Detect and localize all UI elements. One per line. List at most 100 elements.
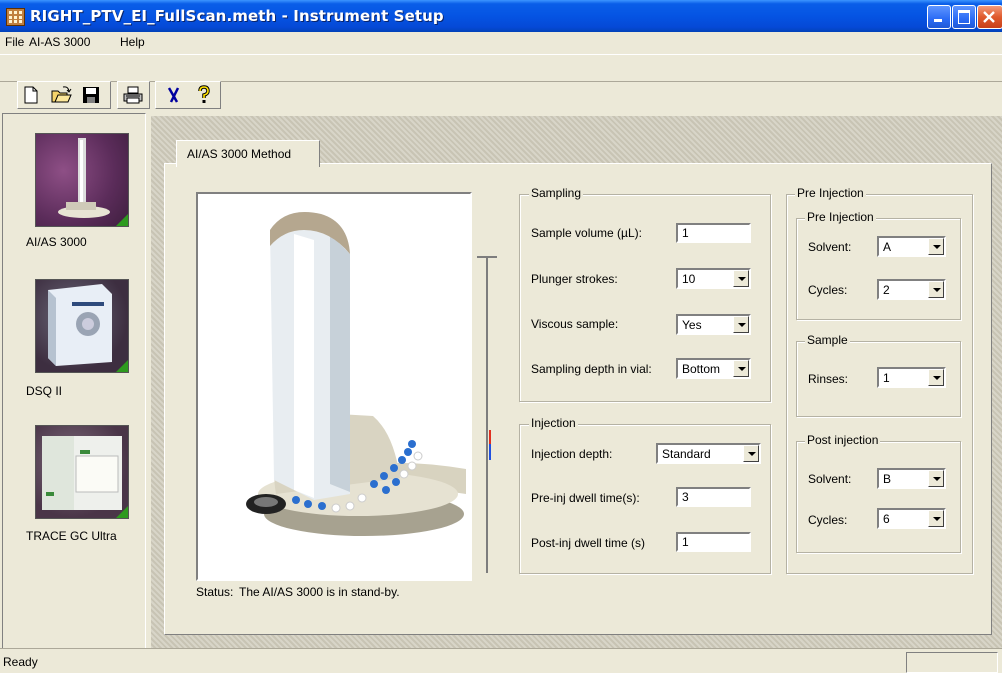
- plunger-strokes-label: Plunger strokes:: [531, 272, 618, 286]
- sample-volume-label: Sample volume (µL):: [531, 226, 642, 240]
- menu-help[interactable]: Help: [120, 35, 145, 49]
- rinses-value: 1: [883, 371, 890, 385]
- print-icon: [123, 86, 143, 104]
- sidebar-label-trace-gc-ultra: TRACE GC Ultra: [26, 529, 117, 543]
- maximize-icon: [958, 10, 970, 24]
- plunger-strokes-select[interactable]: 10: [676, 268, 751, 289]
- open-folder-icon: [51, 86, 72, 103]
- injection-depth-value: Standard: [662, 447, 711, 461]
- chevron-down-icon: [743, 445, 759, 462]
- status-text: The AI/AS 3000 is in stand-by.: [239, 585, 400, 599]
- minimize-icon: [934, 19, 942, 22]
- sidebar-item-dsq-ii[interactable]: [35, 279, 129, 373]
- chevron-down-icon: [733, 316, 749, 333]
- injection-group-title: Injection: [529, 416, 578, 430]
- open-button[interactable]: [50, 84, 72, 106]
- app-icon: [6, 8, 25, 26]
- post-inj-dwell-label: Post-inj dwell time (s): [531, 536, 646, 550]
- needle-position-marker: [489, 444, 491, 460]
- sidebar-label-dsq-ii: DSQ II: [26, 384, 63, 398]
- viscous-sample-value: Yes: [682, 318, 702, 332]
- pre-cycles-select[interactable]: 2: [877, 279, 946, 300]
- post-solvent-value: B: [883, 472, 892, 486]
- help-button[interactable]: [193, 84, 215, 106]
- close-icon: [983, 11, 995, 23]
- post-solvent-select[interactable]: B: [877, 468, 946, 489]
- status-bar: [0, 648, 1002, 672]
- toolbar: [0, 54, 1002, 82]
- cut-icon: [167, 87, 180, 103]
- tab-label: AI/AS 3000 Method: [187, 147, 292, 161]
- viscous-sample-select[interactable]: Yes: [676, 314, 751, 335]
- status-label: Status:: [196, 585, 234, 599]
- plunger-strokes-value: 10: [682, 272, 696, 286]
- chevron-down-icon: [928, 510, 944, 527]
- help-icon: [198, 85, 210, 103]
- pre-solvent-label: Solvent:: [808, 240, 852, 254]
- needle-position-marker: [489, 430, 491, 444]
- maximize-button[interactable]: [952, 5, 976, 29]
- autosampler-image: [246, 212, 466, 536]
- sampling-depth-label: Sampling depth in vial:: [531, 362, 652, 376]
- minimize-button[interactable]: [927, 5, 951, 29]
- post-injection-group-title: Post injection: [805, 433, 881, 447]
- chevron-down-icon: [928, 281, 944, 298]
- sidebar-label-ai-as-3000: AI/AS 3000: [26, 235, 87, 249]
- new-file-icon: [24, 86, 38, 104]
- status-bar-panel: [906, 652, 998, 673]
- viscous-sample-label: Viscous sample:: [531, 317, 619, 331]
- save-icon: [83, 87, 99, 103]
- sampling-depth-value: Bottom: [682, 362, 721, 376]
- pre-injection-group-title: Pre Injection: [805, 210, 876, 224]
- sampling-depth-select[interactable]: Bottom: [676, 358, 751, 379]
- tab-ai-as-3000-method[interactable]: AI/AS 3000 Method: [176, 140, 320, 167]
- rinses-label: Rinses:: [808, 372, 849, 386]
- needle-position-track: [486, 258, 488, 573]
- pre-solvent-select[interactable]: A: [877, 236, 946, 257]
- chevron-down-icon: [733, 270, 749, 287]
- cut-button[interactable]: [163, 84, 185, 106]
- menu-ai-as-3000[interactable]: AI-AS 3000: [29, 35, 90, 49]
- pre-inj-dwell-label: Pre-inj dwell time(s):: [531, 491, 640, 505]
- menu-file[interactable]: File: [5, 35, 24, 49]
- pre-cycles-label: Cycles:: [808, 283, 848, 297]
- pre-solvent-value: A: [883, 240, 892, 254]
- window-title: RIGHT_PTV_EI_FullScan.meth - Instrument …: [30, 7, 444, 25]
- status-indicator-icon: [116, 360, 128, 372]
- autosampler-icon: [58, 138, 110, 218]
- post-cycles-label: Cycles:: [808, 513, 848, 527]
- new-button[interactable]: [20, 84, 42, 106]
- post-solvent-label: Solvent:: [808, 472, 852, 486]
- save-button[interactable]: [80, 84, 102, 106]
- chevron-down-icon: [733, 360, 749, 377]
- post-inj-dwell-input[interactable]: [676, 532, 751, 552]
- needle-position-cap: [477, 256, 497, 258]
- menu-bar: [0, 32, 1002, 53]
- pre-cycles-value: 2: [883, 283, 890, 297]
- pre-inj-dwell-input[interactable]: [676, 487, 751, 507]
- post-injection-group: [796, 441, 961, 553]
- chevron-down-icon: [928, 369, 944, 386]
- pre-injection-outer-title: Pre Injection: [795, 186, 866, 200]
- active-indicator-icon: [116, 214, 128, 226]
- status-bar-text: Ready: [3, 655, 38, 669]
- sidebar-item-trace-gc-ultra[interactable]: [35, 425, 129, 519]
- close-button[interactable]: [977, 5, 1002, 29]
- status-indicator-icon: [116, 506, 128, 518]
- injection-depth-select[interactable]: Standard: [656, 443, 761, 464]
- print-button[interactable]: [122, 84, 144, 106]
- sample-group-title: Sample: [805, 333, 850, 347]
- pre-injection-group: [796, 218, 961, 320]
- sidebar-item-ai-as-3000[interactable]: [35, 133, 129, 227]
- post-cycles-select[interactable]: 6: [877, 508, 946, 529]
- chevron-down-icon: [928, 470, 944, 487]
- post-cycles-value: 6: [883, 512, 890, 526]
- instrument-image-frame: [196, 192, 472, 581]
- sampling-group-title: Sampling: [529, 186, 584, 200]
- gc-icon: [42, 436, 122, 510]
- sample-volume-input[interactable]: [676, 223, 751, 243]
- rinses-select[interactable]: 1: [877, 367, 946, 388]
- injection-depth-label: Injection depth:: [531, 447, 613, 461]
- chevron-down-icon: [928, 238, 944, 255]
- mass-spec-icon: [48, 284, 112, 366]
